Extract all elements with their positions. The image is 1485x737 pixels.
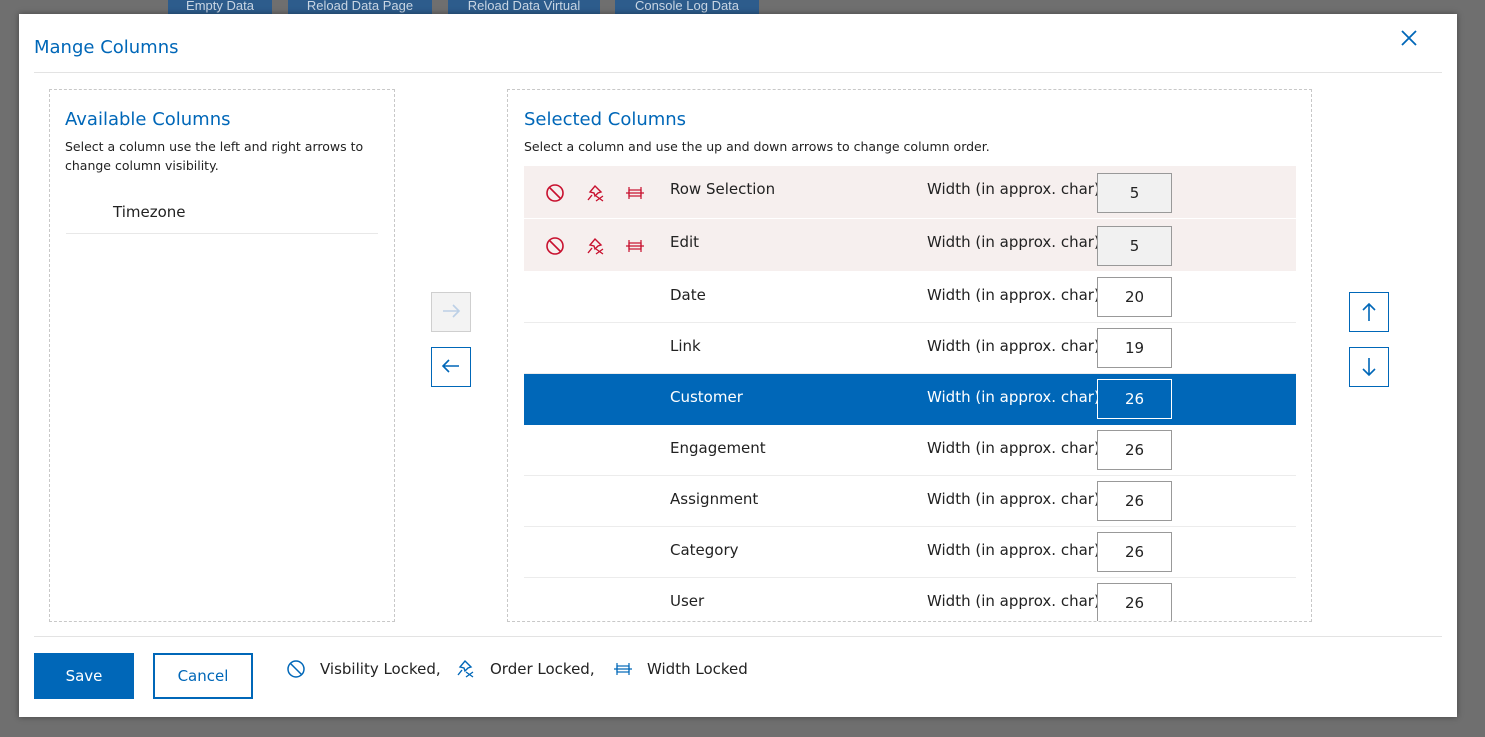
list-item[interactable]: Timezone — [66, 194, 378, 234]
width-input[interactable]: 26 — [1097, 532, 1172, 572]
arrow-right-icon — [443, 304, 461, 318]
selected-columns-panel: Selected Columns Select a column and use… — [507, 89, 1312, 622]
available-columns-description: Select a column use the left and right a… — [65, 139, 364, 173]
console-log-data-button[interactable]: Console Log Data — [615, 0, 759, 14]
cancel-button[interactable]: Cancel — [153, 653, 253, 699]
table-row[interactable]: Customer Width (in approx. char) 26 — [524, 374, 1296, 425]
width-label: Width (in approx. char) — [927, 286, 1100, 304]
width-locked-legend: Width Locked — [647, 660, 748, 678]
empty-data-button[interactable]: Empty Data — [168, 0, 272, 14]
width-label: Width (in approx. char) — [927, 388, 1100, 406]
move-left-button[interactable] — [431, 347, 471, 387]
table-row[interactable]: Date Width (in approx. char) 20 — [524, 272, 1296, 323]
width-label: Width (in approx. char) — [927, 541, 1100, 559]
column-name: Row Selection — [670, 180, 776, 198]
width-locked-icon — [626, 240, 644, 252]
column-name: User — [670, 592, 705, 610]
save-button[interactable]: Save — [34, 653, 134, 699]
visibility-locked-legend: Visbility Locked, — [320, 660, 441, 678]
width-label: Width (in approx. char) — [927, 337, 1100, 355]
footer-divider — [34, 636, 1442, 637]
dialog-title: Mange Columns — [34, 37, 179, 58]
width-input[interactable]: 26 — [1097, 379, 1172, 419]
header-divider — [34, 72, 1442, 73]
arrow-down-icon — [1362, 358, 1376, 377]
column-name: Category — [670, 541, 739, 559]
width-input[interactable]: 5 — [1097, 173, 1172, 213]
width-label: Width (in approx. char) — [927, 233, 1100, 251]
table-row[interactable]: User Width (in approx. char) 26 — [524, 578, 1296, 621]
table-row[interactable]: Category Width (in approx. char) 26 — [524, 527, 1296, 578]
table-row[interactable]: Edit Width (in approx. char) 5 — [524, 219, 1296, 272]
width-input[interactable]: 26 — [1097, 583, 1172, 621]
move-up-button[interactable] — [1349, 292, 1389, 332]
width-label: Width (in approx. char) — [927, 490, 1100, 508]
width-locked-icon — [626, 187, 644, 199]
visibility-locked-icon — [546, 237, 564, 255]
move-right-button[interactable] — [431, 292, 471, 332]
selected-columns-list: Row Selection Width (in approx. char) 5 … — [524, 166, 1296, 621]
table-row[interactable]: Engagement Width (in approx. char) 26 — [524, 425, 1296, 476]
order-locked-icon — [587, 237, 604, 255]
column-name: Customer — [670, 388, 743, 406]
arrow-up-icon — [1362, 302, 1376, 321]
width-label: Width (in approx. char) — [927, 592, 1100, 610]
manage-columns-dialog: Mange Columns Available Columns Select a… — [19, 14, 1457, 717]
width-input[interactable]: 26 — [1097, 430, 1172, 470]
background-toolbar: Empty Data Reload Data Page Reload Data … — [0, 0, 1485, 14]
visibility-locked-legend-icon — [287, 660, 305, 678]
column-name: Edit — [670, 233, 700, 251]
order-locked-icon — [587, 184, 604, 202]
width-label: Width (in approx. char) — [927, 439, 1100, 457]
available-columns-title: Available Columns — [65, 109, 231, 130]
available-item-label: Timezone — [113, 203, 186, 221]
visibility-locked-icon — [546, 184, 564, 202]
width-input[interactable]: 5 — [1097, 226, 1172, 266]
selected-columns-title: Selected Columns — [524, 109, 687, 130]
width-input[interactable]: 20 — [1097, 277, 1172, 317]
selected-columns-description: Select a column and use the up and down … — [524, 139, 990, 154]
column-name: Date — [670, 286, 706, 304]
column-name: Link — [670, 337, 701, 355]
width-input[interactable]: 19 — [1097, 328, 1172, 368]
width-input[interactable]: 26 — [1097, 481, 1172, 521]
available-columns-panel: Available Columns Select a column use th… — [49, 89, 395, 622]
close-icon[interactable] — [1395, 24, 1423, 52]
table-row[interactable]: Assignment Width (in approx. char) 26 — [524, 476, 1296, 527]
column-name: Engagement — [670, 439, 766, 457]
reload-data-virtual-button[interactable]: Reload Data Virtual — [448, 0, 600, 14]
order-locked-legend-icon — [457, 659, 474, 678]
width-locked-legend-icon — [614, 663, 632, 675]
column-name: Assignment — [670, 490, 759, 508]
move-down-button[interactable] — [1349, 347, 1389, 387]
width-label: Width (in approx. char) — [927, 180, 1100, 198]
reload-data-page-button[interactable]: Reload Data Page — [288, 0, 432, 14]
order-locked-legend: Order Locked, — [490, 660, 595, 678]
table-row[interactable]: Link Width (in approx. char) 19 — [524, 323, 1296, 374]
arrow-left-icon — [441, 359, 459, 373]
table-row[interactable]: Row Selection Width (in approx. char) 5 — [524, 166, 1296, 219]
